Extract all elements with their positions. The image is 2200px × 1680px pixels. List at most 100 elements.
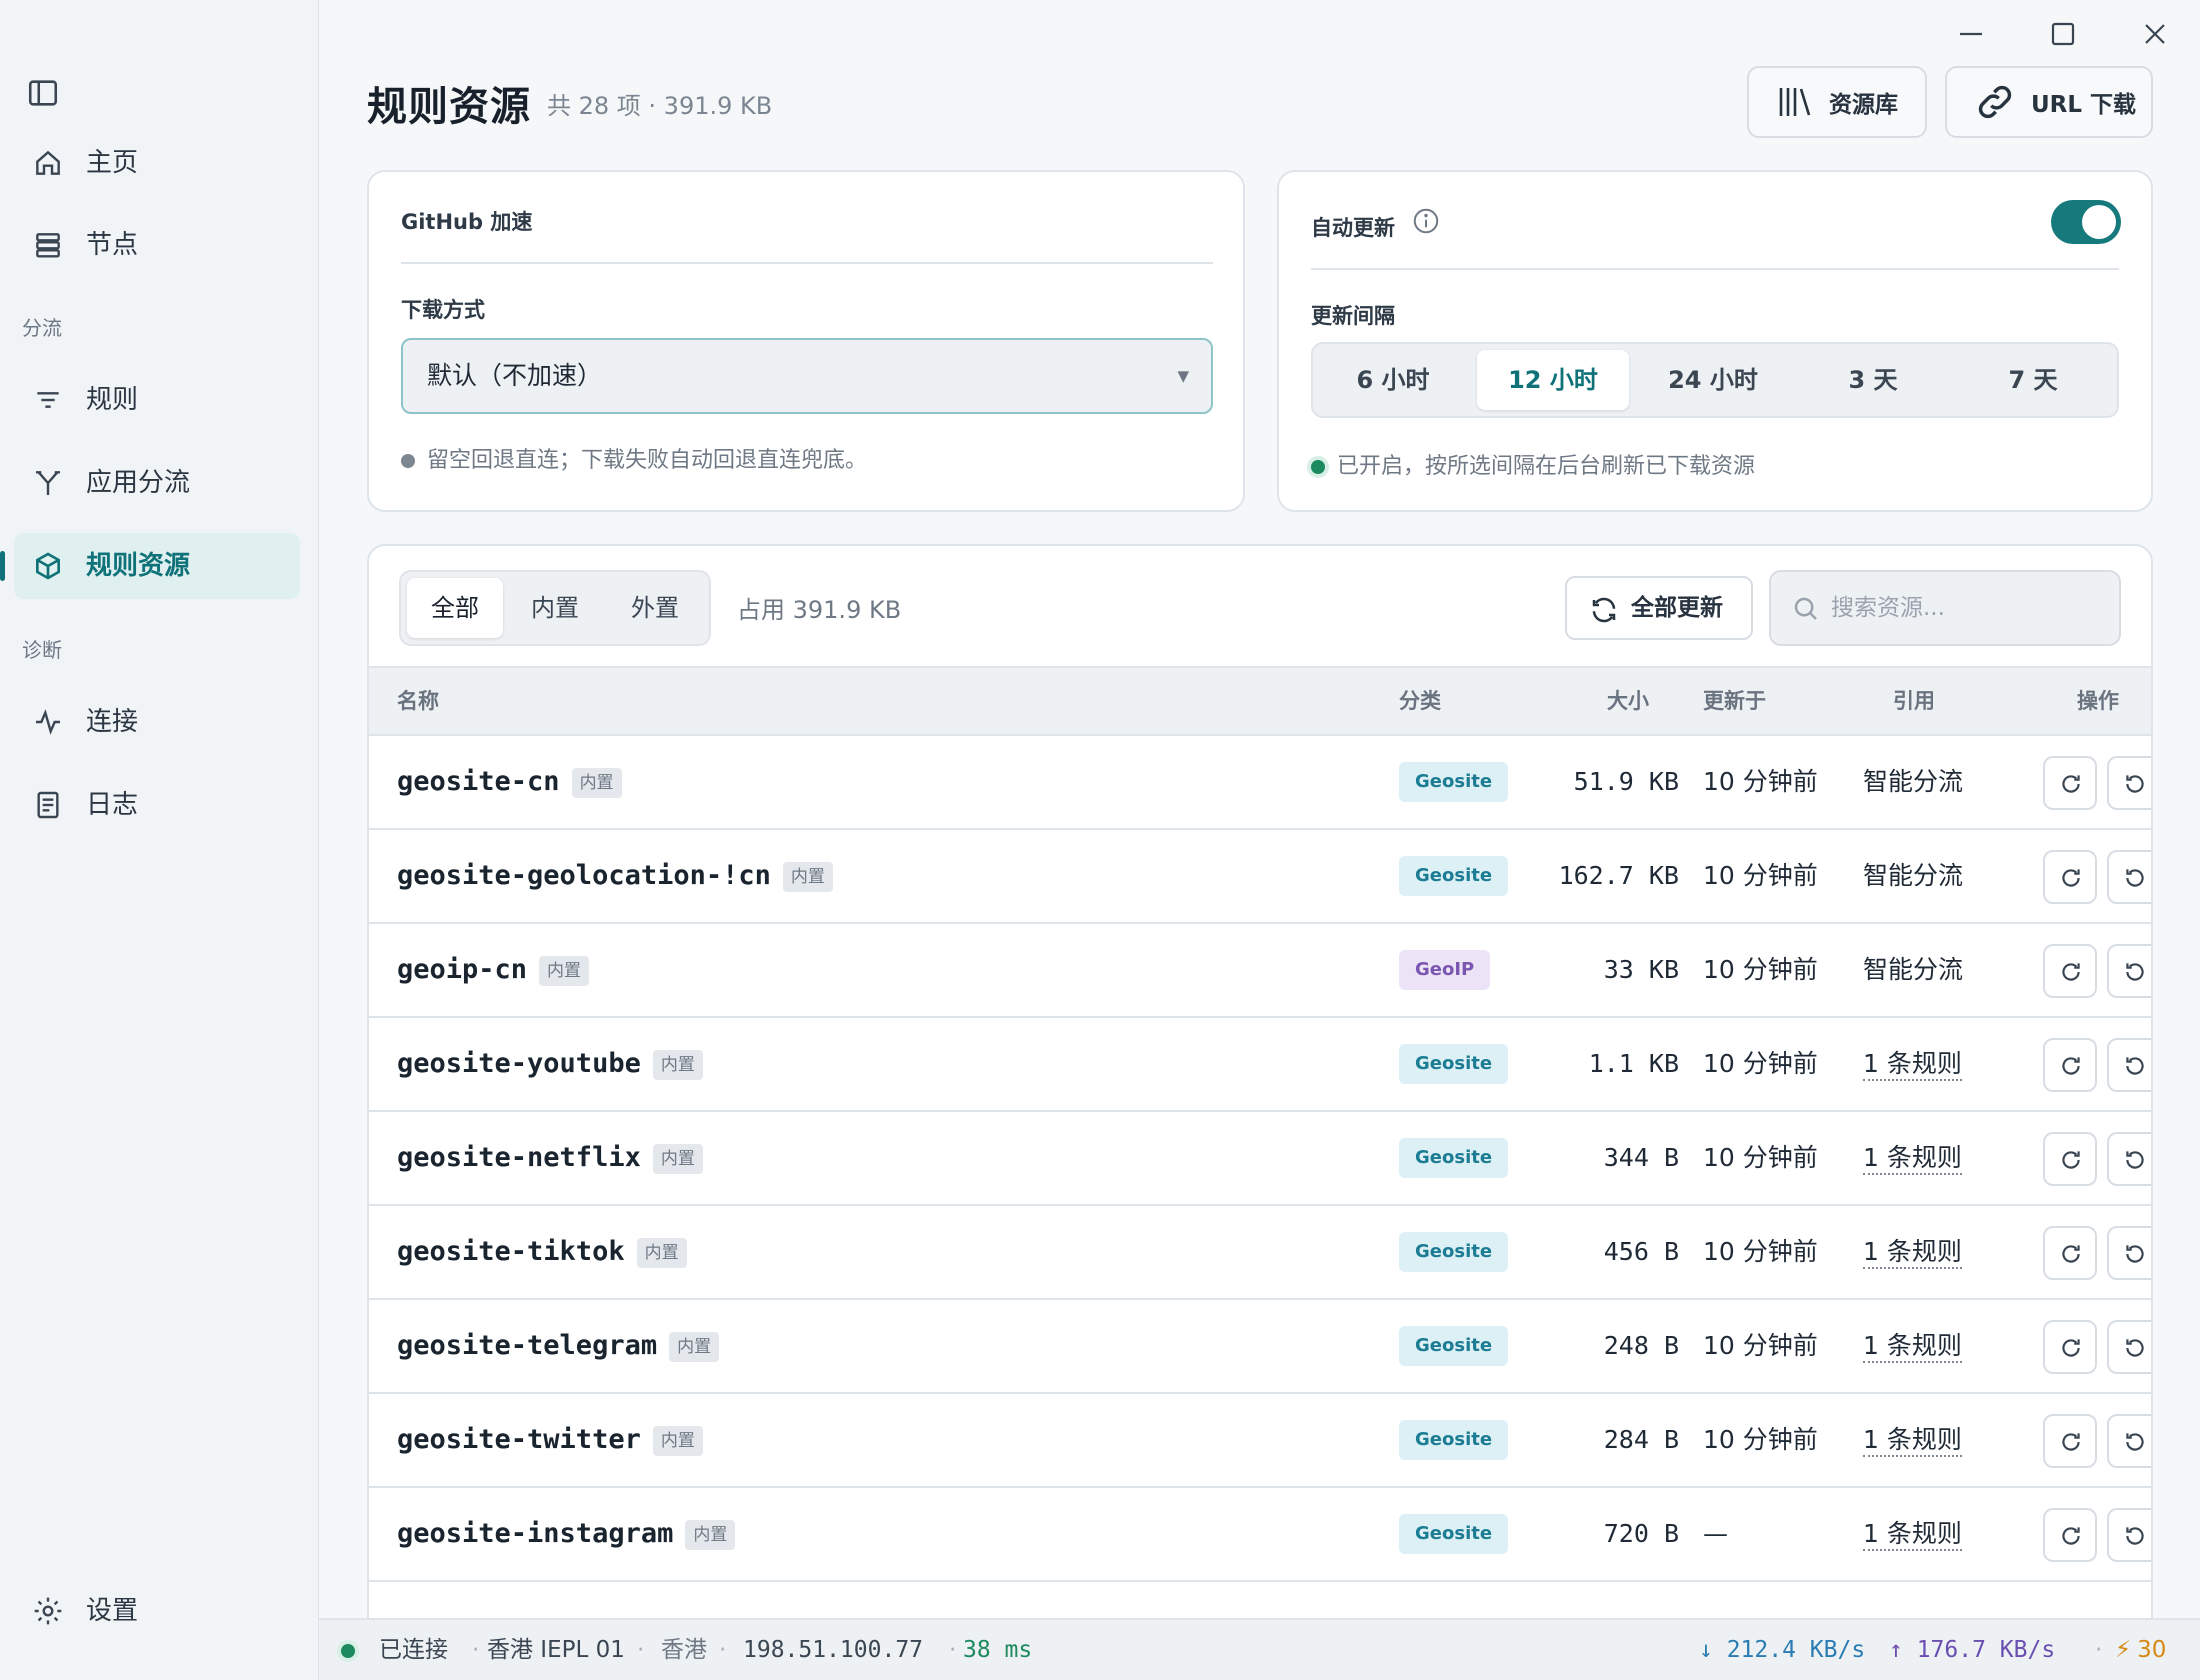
- reset-resource-button[interactable]: [2107, 944, 2151, 998]
- tab-external[interactable]: 外置: [607, 578, 703, 638]
- download-method-select[interactable]: 默认（不加速） ▼: [401, 338, 1213, 414]
- table-row[interactable]: geosite-cn 内置 Geosite 51.9 KB 10 分钟前 智能分流: [369, 736, 2151, 830]
- table-row[interactable]: geosite-geolocation-!cn 内置 Geosite 162.7 KB…: [369, 830, 2151, 924]
- url-download-button[interactable]: URL 下载: [1945, 66, 2153, 138]
- updated-time: 10 分钟前: [1703, 1237, 1818, 1266]
- builtin-badge: 内置: [652, 1049, 703, 1080]
- reference[interactable]: 1 条规则: [1863, 1206, 1962, 1298]
- category-badge: Geosite: [1399, 1044, 1509, 1084]
- sidebar-item-label: 规则: [86, 385, 139, 415]
- table-row[interactable]: geosite-twitter 内置 Geosite 284 B 10 分钟前 1 条规则: [369, 1394, 2151, 1488]
- table-row[interactable]: geosite-tiktok 内置 Geosite 456 B 10 分钟前 1 条规则: [369, 1206, 2151, 1300]
- update-resource-button[interactable]: [2043, 1038, 2097, 1092]
- current-node[interactable]: 香港 IEPL 01: [487, 1620, 625, 1680]
- resource-name: geosite-twitter 内置: [397, 1394, 703, 1486]
- column-header-name[interactable]: 名称: [397, 668, 439, 734]
- category-badge: GeoIP: [1399, 950, 1491, 990]
- info-icon[interactable]: [1411, 206, 1441, 236]
- updated-time: 10 分钟前: [1703, 1143, 1818, 1172]
- close-icon[interactable]: [2135, 14, 2175, 54]
- column-header-updated[interactable]: 更新于: [1703, 668, 1766, 734]
- minimize-icon[interactable]: [1951, 14, 1991, 54]
- reset-resource-button[interactable]: [2107, 1038, 2151, 1092]
- update-all-button[interactable]: 全部更新: [1565, 576, 1753, 640]
- update-interval-label: 更新间隔: [1311, 304, 1395, 328]
- sidebar-item-connections[interactable]: 连接: [14, 689, 300, 755]
- reference[interactable]: 1 条规则: [1863, 1300, 1962, 1392]
- sidebar-item-home[interactable]: 主页: [14, 130, 300, 196]
- document-icon: [32, 789, 64, 821]
- main-panel: 规则资源 共 28 项 · 391.9 KB 资源库 URL 下载 GitHub…: [318, 0, 2200, 1680]
- interval-option[interactable]: 7 天: [1957, 350, 2109, 410]
- page-subtitle: 共 28 项 · 391.9 KB: [547, 92, 773, 120]
- table-row[interactable]: [369, 1582, 2151, 1620]
- sidebar-item-logs[interactable]: 日志: [14, 772, 300, 838]
- search-icon: [1794, 597, 1817, 620]
- auto-update-toggle[interactable]: [2051, 200, 2121, 244]
- reset-resource-button[interactable]: [2107, 850, 2151, 904]
- sidebar-item-label: 规则资源: [86, 551, 191, 581]
- update-resource-button[interactable]: [2043, 1508, 2097, 1562]
- table-row[interactable]: geosite-telegram 内置 Geosite 248 B 10 分钟前 1 条规…: [369, 1300, 2151, 1394]
- updated-time: 10 分钟前: [1703, 955, 1818, 984]
- update-all-label: 全部更新: [1631, 595, 1723, 621]
- github-hint: 留空回退直连；下载失败自动回退直连兜底。: [401, 442, 867, 474]
- reference[interactable]: 1 条规则: [1863, 1488, 1962, 1580]
- column-header-category[interactable]: 分类: [1399, 668, 1441, 734]
- sidebar-toggle-icon[interactable]: [26, 76, 60, 110]
- table-row[interactable]: geosite-netflix 内置 Geosite 344 B 10 分钟前 1 条规则: [369, 1112, 2151, 1206]
- update-resource-button[interactable]: [2043, 1226, 2097, 1280]
- table-row[interactable]: geoip-cn 内置 GeoIP 33 KB 10 分钟前 智能分流: [369, 924, 2151, 1018]
- reference-text: 1 条规则: [1863, 1049, 1962, 1081]
- sidebar-item-rule-resources[interactable]: 规则资源: [0, 533, 300, 599]
- table-row[interactable]: geosite-youtube 内置 Geosite 1.1 KB 10 分钟前 1 条规…: [369, 1018, 2151, 1112]
- update-resource-button[interactable]: [2043, 1414, 2097, 1468]
- updated-time: 10 分钟前: [1703, 1331, 1818, 1360]
- update-resource-button[interactable]: [2043, 944, 2097, 998]
- update-interval-segmented: 6 小时 12 小时 24 小时 3 天 7 天: [1311, 342, 2119, 418]
- resource-size: 33 KB: [1603, 955, 1679, 984]
- reference[interactable]: 1 条规则: [1863, 1018, 1962, 1110]
- resource-library-button[interactable]: 资源库: [1747, 66, 1927, 138]
- update-resource-button[interactable]: [2043, 850, 2097, 904]
- separator: ·: [2095, 1637, 2103, 1663]
- reset-resource-button[interactable]: [2107, 1226, 2151, 1280]
- reset-resource-button[interactable]: [2107, 756, 2151, 810]
- interval-option[interactable]: 6 小时: [1317, 350, 1469, 410]
- reset-resource-button[interactable]: [2107, 1132, 2151, 1186]
- builtin-badge: 内置: [539, 955, 590, 986]
- connection-count[interactable]: ⚡ 30: [2115, 1620, 2166, 1680]
- sidebar-item-nodes[interactable]: 节点: [14, 212, 300, 278]
- interval-option[interactable]: 24 小时: [1637, 350, 1789, 410]
- update-resource-button[interactable]: [2043, 756, 2097, 810]
- section-label-split: 分流: [22, 316, 62, 340]
- reference-text: 智能分流: [1863, 861, 1964, 890]
- interval-option-selected[interactable]: 12 小时: [1477, 350, 1629, 410]
- reset-resource-button[interactable]: [2107, 1320, 2151, 1374]
- refresh-icon: [1592, 597, 1616, 623]
- reference[interactable]: 1 条规则: [1863, 1112, 1962, 1204]
- resource-name: geosite-youtube 内置: [397, 1018, 703, 1110]
- tab-all[interactable]: 全部: [407, 578, 503, 638]
- sidebar-item-settings[interactable]: 设置: [14, 1578, 300, 1644]
- table-row[interactable]: geosite-instagram 内置 Geosite 720 B — 1 条规则: [369, 1488, 2151, 1582]
- interval-option[interactable]: 3 天: [1797, 350, 1949, 410]
- search-input[interactable]: 搜索资源...: [1769, 570, 2121, 646]
- github-hint-text: 留空回退直连；下载失败自动回退直连兜底。: [427, 448, 868, 473]
- download-speed-value: 212.4 KB/s: [1726, 1637, 1866, 1663]
- maximize-icon[interactable]: [2043, 14, 2083, 54]
- reference-text: 智能分流: [1863, 767, 1964, 796]
- separator: ·: [719, 1637, 727, 1663]
- auto-update-title: 自动更新: [1311, 216, 1395, 240]
- update-resource-button[interactable]: [2043, 1132, 2097, 1186]
- resource-name-text: geosite-telegram: [397, 1330, 658, 1361]
- sidebar-item-app-split[interactable]: 应用分流: [14, 450, 300, 516]
- sidebar-item-rules[interactable]: 规则: [14, 367, 300, 433]
- reference[interactable]: 1 条规则: [1863, 1394, 1962, 1486]
- update-resource-button[interactable]: [2043, 1320, 2097, 1374]
- reset-resource-button[interactable]: [2107, 1414, 2151, 1468]
- reset-resource-button[interactable]: [2107, 1508, 2151, 1562]
- reference-text: 1 条规则: [1863, 1143, 1962, 1175]
- tab-builtin[interactable]: 内置: [507, 578, 603, 638]
- column-header-size[interactable]: 大小: [1607, 668, 1649, 734]
